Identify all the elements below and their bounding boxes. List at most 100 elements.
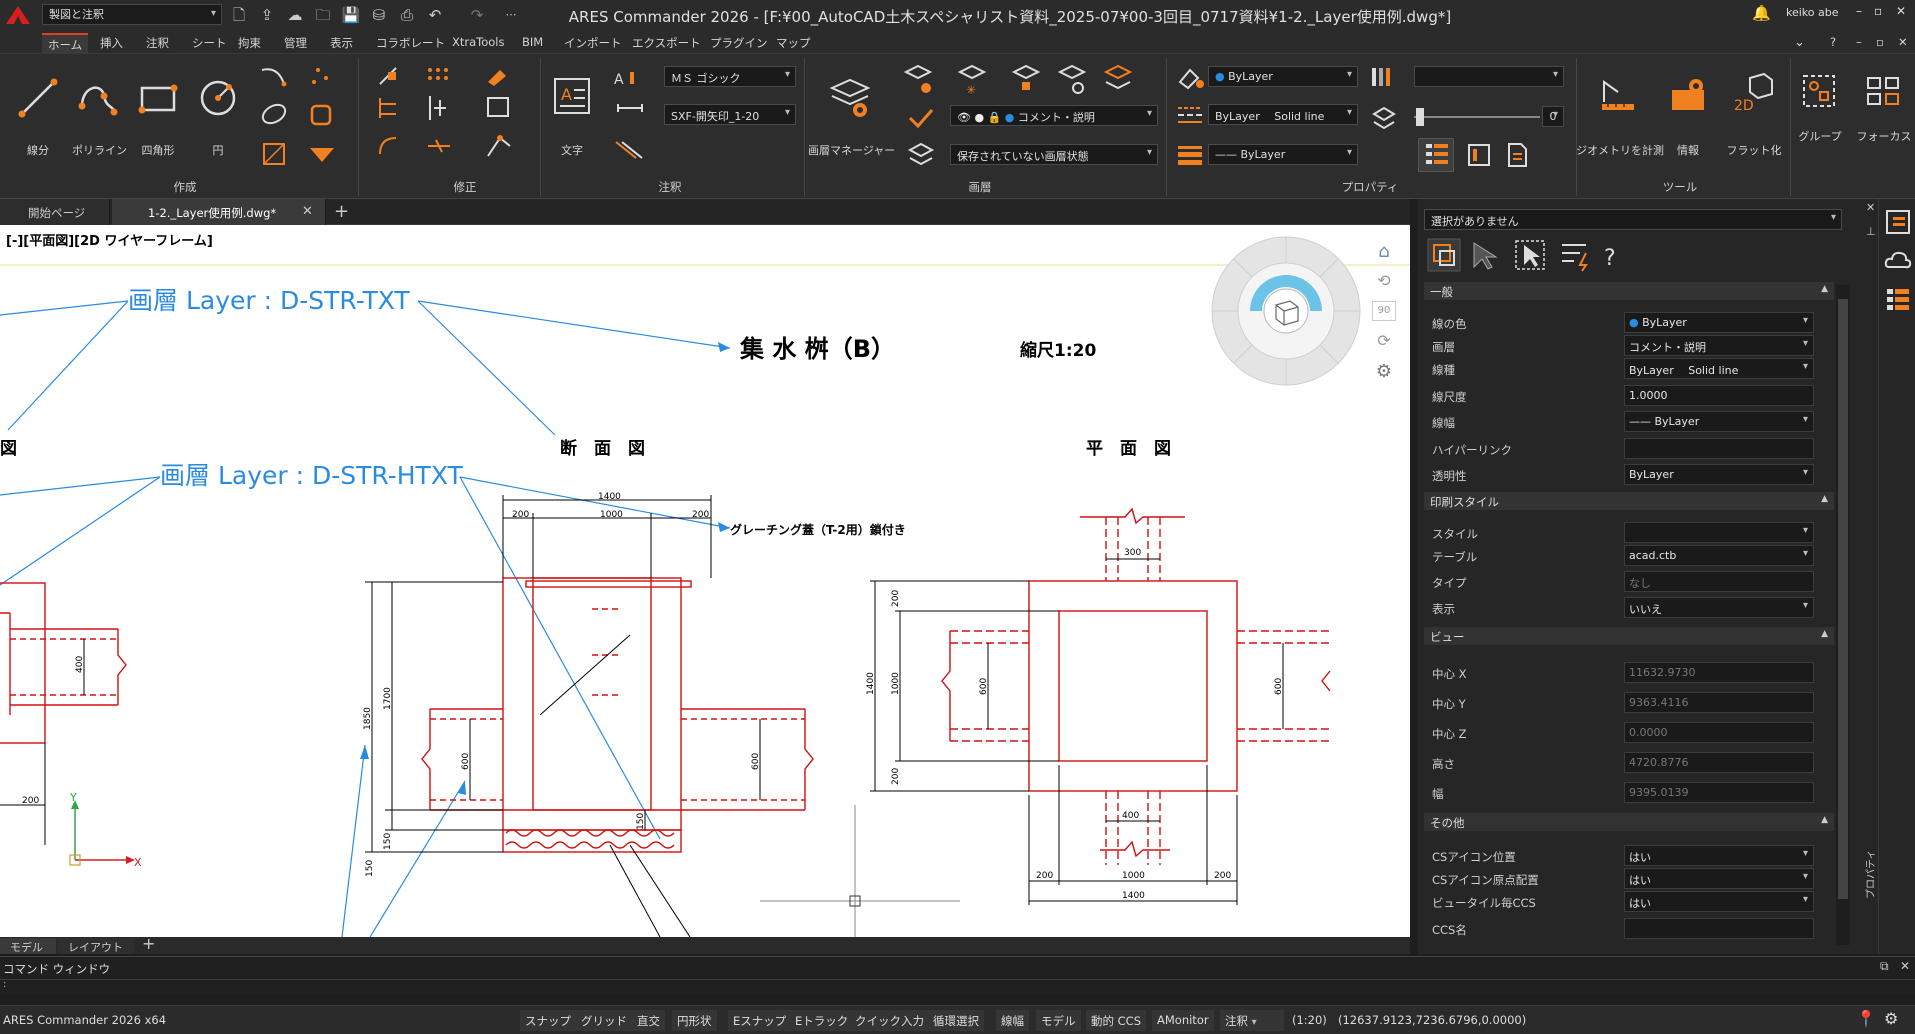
- focus-icon[interactable]: [1864, 72, 1904, 112]
- dim-style-select[interactable]: SXF-開矢印_1-20: [664, 104, 796, 125]
- doc-restore-icon[interactable]: ▫: [1870, 33, 1890, 53]
- prop-linetype-value[interactable]: ByLayer Solid line: [1624, 358, 1814, 379]
- cmd-close-icon[interactable]: ✕: [1900, 959, 1910, 973]
- print-icon[interactable]: ⎙: [396, 4, 418, 26]
- add-layout-icon[interactable]: +: [142, 934, 155, 953]
- prop-layer-value[interactable]: コメント・説明: [1624, 335, 1814, 356]
- prop-transparency-value[interactable]: ByLayer: [1624, 464, 1814, 485]
- layer-state-select[interactable]: 保存されていない画層状態: [950, 144, 1158, 165]
- properties-scroll-thumb[interactable]: [1838, 299, 1848, 899]
- panel-close-icon[interactable]: ✕: [1866, 201, 1875, 214]
- multiline-text-icon[interactable]: A: [552, 76, 592, 116]
- tab-manage[interactable]: 管理: [278, 33, 313, 53]
- new-file-icon[interactable]: 🗋: [228, 4, 250, 26]
- tab-xtratools[interactable]: XtraTools: [446, 33, 511, 53]
- annotate-side-tools-icon[interactable]: A: [612, 68, 652, 178]
- transparency-slider-thumb[interactable]: [1416, 108, 1424, 126]
- rectangle-tool-icon[interactable]: [136, 76, 180, 120]
- save-cloud-icon[interactable]: ⛁: [368, 4, 390, 26]
- quick-access-more-icon[interactable]: ⋯: [500, 4, 522, 26]
- tab-model[interactable]: モデル: [0, 938, 56, 954]
- color-select[interactable]: ● ByLayer: [1208, 66, 1358, 87]
- user-name[interactable]: keiko abe: [1786, 6, 1839, 19]
- orbit-cw-icon[interactable]: ⟳: [1372, 331, 1396, 355]
- group-icon[interactable]: [1800, 72, 1840, 112]
- toggle-etrack[interactable]: Eトラック: [790, 1010, 854, 1031]
- plan-view-title[interactable]: 平 面 図: [1086, 439, 1171, 459]
- lineweight-select[interactable]: —— ByLayer: [1208, 144, 1358, 165]
- section-view-title[interactable]: 断 面 図: [560, 438, 645, 459]
- properties-palette-tab-icon[interactable]: [1883, 207, 1913, 237]
- toggle-model[interactable]: モデル: [1036, 1010, 1081, 1031]
- tab-plugins[interactable]: プラグイン: [704, 33, 774, 53]
- selection-filter-select[interactable]: 選択がありません: [1424, 209, 1842, 230]
- prop-table-value[interactable]: acad.ctb: [1624, 545, 1814, 566]
- tab-bim[interactable]: BIM: [516, 33, 549, 53]
- toggle-lineweight[interactable]: 線幅: [996, 1010, 1029, 1031]
- properties-palette-icon[interactable]: [1466, 142, 1492, 168]
- view-controls-label[interactable]: [-][平面図][2D ワイヤーフレーム]: [6, 230, 213, 249]
- workspace-select[interactable]: 製図と注釈: [42, 4, 222, 25]
- line-tool-icon[interactable]: [16, 76, 60, 120]
- rotate-90-button[interactable]: 90: [1372, 301, 1396, 321]
- nav-settings-gear-icon[interactable]: ⚙: [1372, 361, 1396, 385]
- section-view[interactable]: ビュー: [1424, 627, 1834, 645]
- orbit-icon[interactable]: ⟲: [1372, 271, 1396, 295]
- tab-import[interactable]: インポート: [558, 33, 628, 53]
- toggle-cycle-select[interactable]: 循環選択: [928, 1010, 984, 1031]
- circle-tool-icon[interactable]: [196, 76, 240, 120]
- open-folder-icon[interactable]: 🗀: [312, 4, 334, 26]
- drawing-scale[interactable]: 縮尺1:20: [1020, 340, 1096, 361]
- redo-icon[interactable]: ↷: [466, 4, 488, 26]
- doc-minimize-icon[interactable]: –: [1850, 33, 1868, 53]
- toggle-quick-input[interactable]: クイック入力: [850, 1010, 929, 1031]
- minimize-icon[interactable]: –: [1856, 4, 1862, 18]
- save-icon[interactable]: 💾: [340, 4, 362, 26]
- toggle-grid[interactable]: グリッド: [576, 1010, 632, 1031]
- property-extra-select[interactable]: [1414, 66, 1564, 87]
- draw-tools-grid-icon[interactable]: [258, 64, 348, 174]
- cmd-float-icon[interactable]: ⧉: [1880, 959, 1889, 974]
- ribbon-collapse-icon[interactable]: ⌄: [1788, 33, 1811, 53]
- toggle-dynamic-ccs[interactable]: 動的 CCS: [1086, 1010, 1147, 1031]
- info-icon[interactable]: [1668, 74, 1708, 114]
- properties-side-label[interactable]: プロパティ: [1862, 850, 1877, 899]
- properties-toolbar-icons[interactable]: ?: [1426, 237, 1626, 273]
- toggle-polar[interactable]: 円形状: [672, 1010, 717, 1031]
- left-view-title-fragment[interactable]: 図: [0, 439, 17, 459]
- tab-export[interactable]: エクスポート: [626, 33, 707, 53]
- tab-annotate[interactable]: 注釈: [140, 33, 175, 53]
- tab-close-icon[interactable]: ✕: [302, 204, 313, 219]
- tab-sheet[interactable]: シート: [186, 33, 233, 53]
- prop-linescale-value[interactable]: 1.0000: [1624, 385, 1814, 406]
- navigation-wheel[interactable]: [1210, 235, 1362, 387]
- maximize-icon[interactable]: ▫: [1874, 4, 1882, 18]
- layer-state-icon[interactable]: [906, 140, 936, 170]
- tab-collaborate[interactable]: コラボレート: [370, 33, 451, 53]
- prop-display-value[interactable]: いいえ: [1624, 597, 1814, 618]
- toggle-snap[interactable]: スナップ: [520, 1010, 576, 1031]
- close-icon[interactable]: ✕: [1896, 4, 1906, 18]
- drawing-canvas[interactable]: [-][平面図][2D ワイヤーフレーム] 画層 Layer: D-STR-T…: [0, 225, 1410, 937]
- layer-txt-annotation[interactable]: 画層 Layer : D-STR-TXT: [128, 286, 410, 315]
- prop-style-value[interactable]: [1624, 522, 1814, 543]
- prop-viewtile-ccs-value[interactable]: はい: [1624, 891, 1814, 912]
- undo-icon[interactable]: ↶: [424, 4, 446, 26]
- prop-lineweight-value[interactable]: —— ByLayer: [1624, 411, 1814, 432]
- tab-drawing[interactable]: 1-2._Layer使用例.dwg*: [112, 199, 326, 225]
- tab-insert[interactable]: 挿入: [94, 33, 129, 53]
- tab-home[interactable]: ホーム: [42, 33, 89, 53]
- toggle-amonitor[interactable]: AMonitor: [1152, 1010, 1214, 1031]
- section-print-style[interactable]: 印刷スタイル: [1424, 492, 1834, 510]
- home-view-icon[interactable]: ⌂: [1372, 241, 1396, 265]
- cloud-open-icon[interactable]: ☁: [284, 4, 306, 26]
- toggle-esnap[interactable]: Eスナップ: [728, 1010, 792, 1031]
- linetype-select[interactable]: ByLayer Solid line: [1208, 104, 1358, 125]
- notification-bell-icon[interactable]: 🔔: [1752, 4, 1771, 22]
- transparency-slider-track[interactable]: [1414, 116, 1540, 118]
- new-tab-icon[interactable]: +: [334, 201, 349, 222]
- tab-layout1[interactable]: レイアウト1: [58, 938, 134, 968]
- layer-transparency-icon[interactable]: [1370, 104, 1398, 132]
- doc-close-icon[interactable]: ✕: [1892, 33, 1914, 53]
- cloud-palette-icon[interactable]: [1883, 245, 1913, 275]
